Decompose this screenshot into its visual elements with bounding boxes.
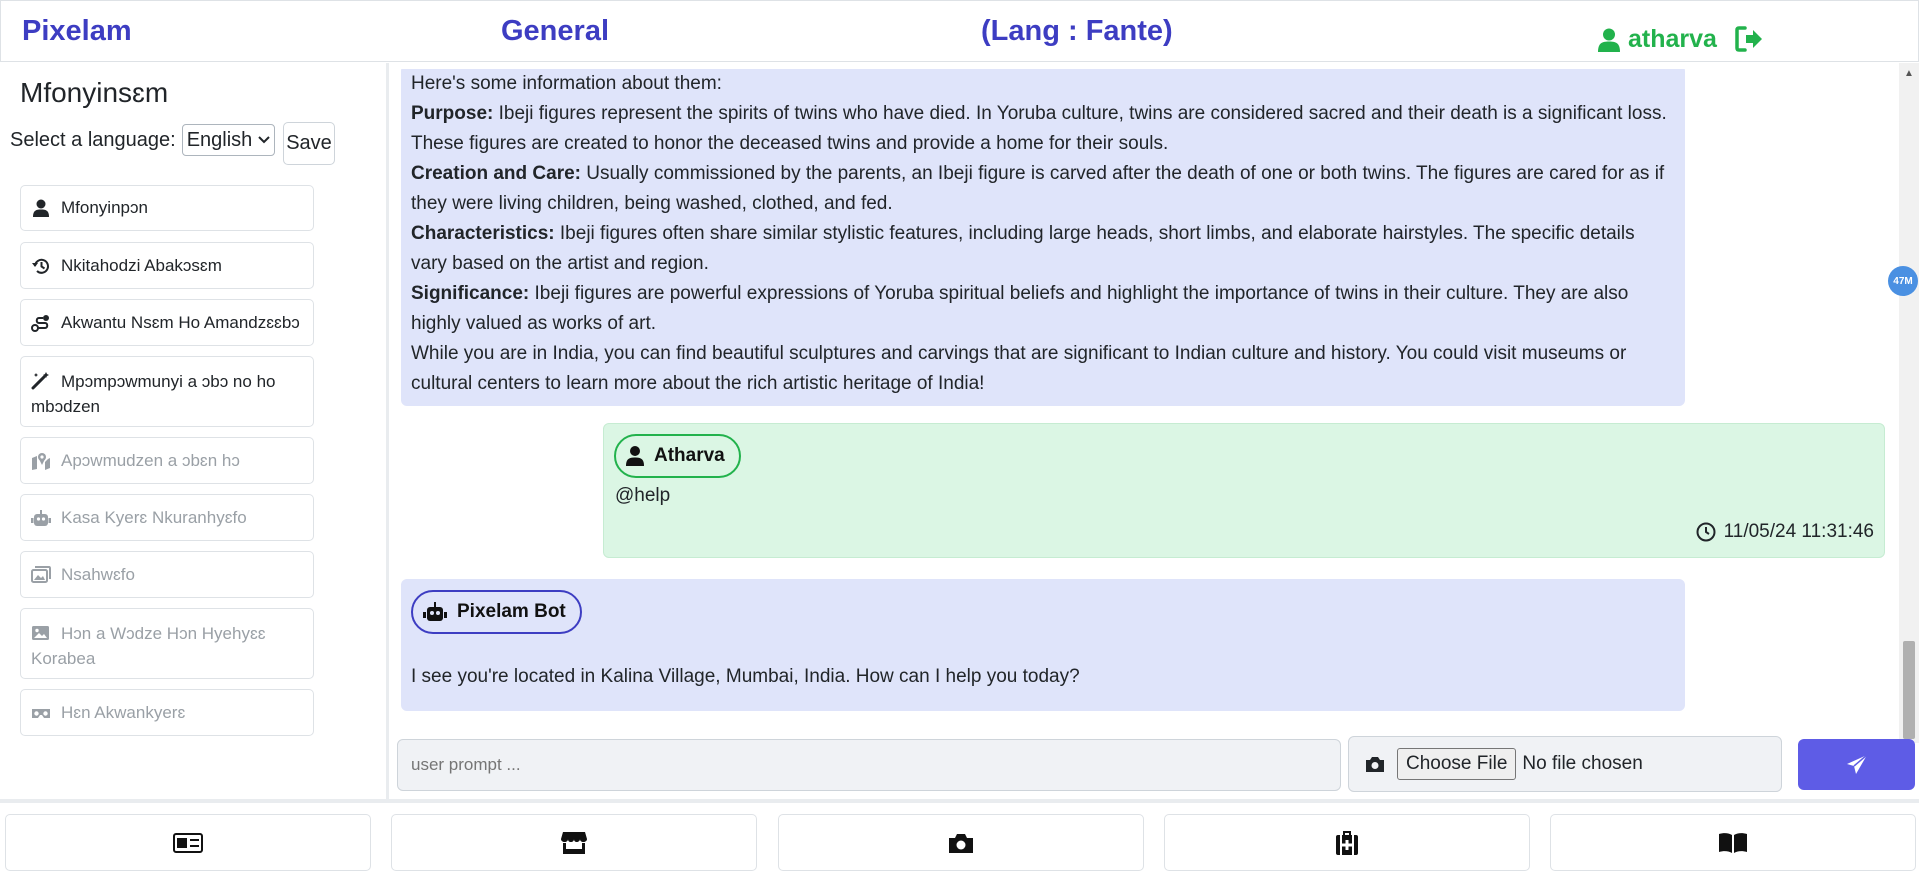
paragraph-text: Usually commissioned by the parents, an … xyxy=(411,163,1665,214)
sidebar-item-travel-info[interactable]: Akwantu Nsɛm Ho Amandzɛɛbɔ xyxy=(20,299,314,346)
paragraph-text: Ibeji figures represent the spirits of t… xyxy=(411,103,1667,154)
floating-badge[interactable]: 47M xyxy=(1888,266,1918,296)
paper-plane-icon xyxy=(1846,753,1867,774)
message-text: I see you're located in Kalina Village, … xyxy=(411,666,1080,687)
chat-panel: Here's some information about them: Purp… xyxy=(386,63,1919,799)
nav-button-book[interactable] xyxy=(1550,814,1916,871)
paragraph-text: Ibeji figures often share similar stylis… xyxy=(411,223,1635,274)
language-select-value: English xyxy=(186,128,253,151)
brand-title[interactable]: Pixelam xyxy=(22,15,132,48)
message-scrollbar[interactable]: ▲ xyxy=(1899,63,1919,743)
sidebar-item-label: Mpɔmpɔwmunyi a ɔbɔ no ho mbɔdzen xyxy=(31,372,276,416)
sidebar-item-history[interactable]: Nkitahodzi Abakɔsɛm xyxy=(20,242,314,289)
chevron-down-icon xyxy=(258,136,271,144)
file-status: No file chosen xyxy=(1522,753,1643,774)
choose-file-button[interactable]: Choose File xyxy=(1397,748,1517,780)
sidebar-item-label: Hɔn a Wɔdze Hɔn Hyehyɛɛ Korabea xyxy=(31,624,266,668)
camera-icon xyxy=(949,833,973,853)
user-menu[interactable]: atharva xyxy=(1598,25,1717,54)
sidebar-title: Mfonyinsɛm xyxy=(20,77,169,108)
sidebar-item-our-guide[interactable]: Hɛn Akwankyerɛ xyxy=(20,689,314,736)
id-card-icon xyxy=(173,832,203,853)
language-select[interactable]: English xyxy=(181,124,276,156)
nav-button-medical[interactable] xyxy=(1164,814,1530,871)
paragraph-heading: Significance: xyxy=(411,283,530,304)
message-timestamp: 11/05/24 11:31:46 xyxy=(1696,521,1874,543)
user-icon xyxy=(33,199,49,217)
prompt-input[interactable] xyxy=(397,739,1341,791)
sidebar-item-nearby-places[interactable]: Apɔwmudzen a ɔbɛn hɔ xyxy=(20,437,314,484)
logout-icon[interactable] xyxy=(1734,25,1764,53)
sidebar-item-saved-collection[interactable]: Hɔn a Wɔdze Hɔn Hyehyɛɛ Korabea xyxy=(20,608,314,679)
sidebar-item-label: Apɔwmudzen a ɔbɛn hɔ xyxy=(61,450,240,470)
sidebar-item-gallery[interactable]: Nsahwɛfo xyxy=(20,551,314,598)
paragraph-heading: Characteristics: xyxy=(411,223,555,244)
timestamp-text: 11/05/24 11:31:46 xyxy=(1723,521,1874,542)
bot-message: Pixelam Bot I see you're located in Kali… xyxy=(401,579,1685,711)
message-intro: Here's some information about them: xyxy=(411,73,722,94)
clock-icon xyxy=(1696,522,1716,542)
language-label: Select a language: xyxy=(10,128,176,151)
message-paragraph: Significance: Ibeji figures are powerful… xyxy=(411,279,1675,339)
user-icon xyxy=(626,446,644,466)
nav-button-store[interactable] xyxy=(391,814,757,871)
sidebar-item-label: Kasa Kyerɛ Nkuranhyɛfo xyxy=(61,507,247,527)
paragraph-heading: Purpose: xyxy=(411,103,494,124)
message-closing: While you are in India, you can find bea… xyxy=(411,343,1627,394)
medical-kit-icon xyxy=(1336,830,1358,855)
book-icon xyxy=(1719,832,1747,853)
sidebar-item-label: Akwantu Nsɛm Ho Amandzɛɛbɔ xyxy=(61,312,300,332)
history-icon xyxy=(32,258,49,274)
map-location-icon xyxy=(32,452,50,470)
sender-name: Atharva xyxy=(654,445,725,466)
message-paragraph: Purpose: Ibeji figures represent the spi… xyxy=(411,99,1675,159)
message-text: @help xyxy=(615,485,671,506)
message-paragraph: Creation and Care: Usually commissioned … xyxy=(411,159,1675,219)
store-icon xyxy=(561,831,587,854)
vr-headset-icon xyxy=(32,708,50,718)
nav-button-id-card[interactable] xyxy=(5,814,371,871)
file-upload: Choose File No file chosen xyxy=(1348,736,1782,792)
send-button[interactable] xyxy=(1798,739,1915,790)
route-icon xyxy=(31,314,49,332)
user-message: Atharva @help 11/05/24 11:31:46 xyxy=(603,423,1885,558)
sidebar: Mfonyinsɛm Select a language: English Sa… xyxy=(0,63,386,799)
sidebar-item-profile[interactable]: Mfonyinpɔn xyxy=(20,185,314,231)
paragraph-text: Ibeji figures are powerful expressions o… xyxy=(411,283,1629,334)
sender-chip: Atharva xyxy=(614,434,741,478)
sidebar-item-image-enhance[interactable]: Mpɔmpɔwmunyi a ɔbɔ no ho mbɔdzen xyxy=(20,356,314,427)
magic-wand-icon xyxy=(31,372,49,390)
bottom-nav xyxy=(0,799,1919,872)
username: atharva xyxy=(1628,25,1717,53)
paragraph-heading: Creation and Care: xyxy=(411,163,581,184)
save-button[interactable]: Save xyxy=(283,122,335,165)
sender-name: Pixelam Bot xyxy=(457,601,566,622)
nav-button-camera[interactable] xyxy=(778,814,1144,871)
language-selector-row: Select a language: English xyxy=(10,124,276,156)
sidebar-item-label: Hɛn Akwankyerɛ xyxy=(61,702,186,722)
robot-icon xyxy=(31,509,51,526)
image-icon xyxy=(32,626,49,640)
sidebar-item-ask-guide[interactable]: Kasa Kyerɛ Nkuranhyɛfo xyxy=(20,494,314,541)
sender-chip: Pixelam Bot xyxy=(411,590,582,634)
message-paragraph: Characteristics: Ibeji figures often sha… xyxy=(411,219,1675,279)
robot-icon xyxy=(423,602,447,621)
message-list[interactable]: Here's some information about them: Purp… xyxy=(393,69,1889,719)
camera-icon xyxy=(1366,757,1384,772)
images-icon xyxy=(31,565,51,583)
sidebar-item-label: Nkitahodzi Abakɔsɛm xyxy=(61,255,222,275)
user-icon xyxy=(1598,28,1620,52)
scroll-up-arrow[interactable]: ▲ xyxy=(1904,68,1914,79)
bot-message: Here's some information about them: Purp… xyxy=(401,69,1685,406)
current-language: (Lang : Fante) xyxy=(981,15,1173,47)
scrollbar-thumb[interactable] xyxy=(1903,641,1915,739)
top-header: Pixelam General (Lang : Fante) atharva xyxy=(0,0,1919,62)
room-title: General xyxy=(501,15,609,47)
sidebar-item-label: Mfonyinpɔn xyxy=(61,198,148,217)
sidebar-item-label: Nsahwɛfo xyxy=(61,564,135,584)
